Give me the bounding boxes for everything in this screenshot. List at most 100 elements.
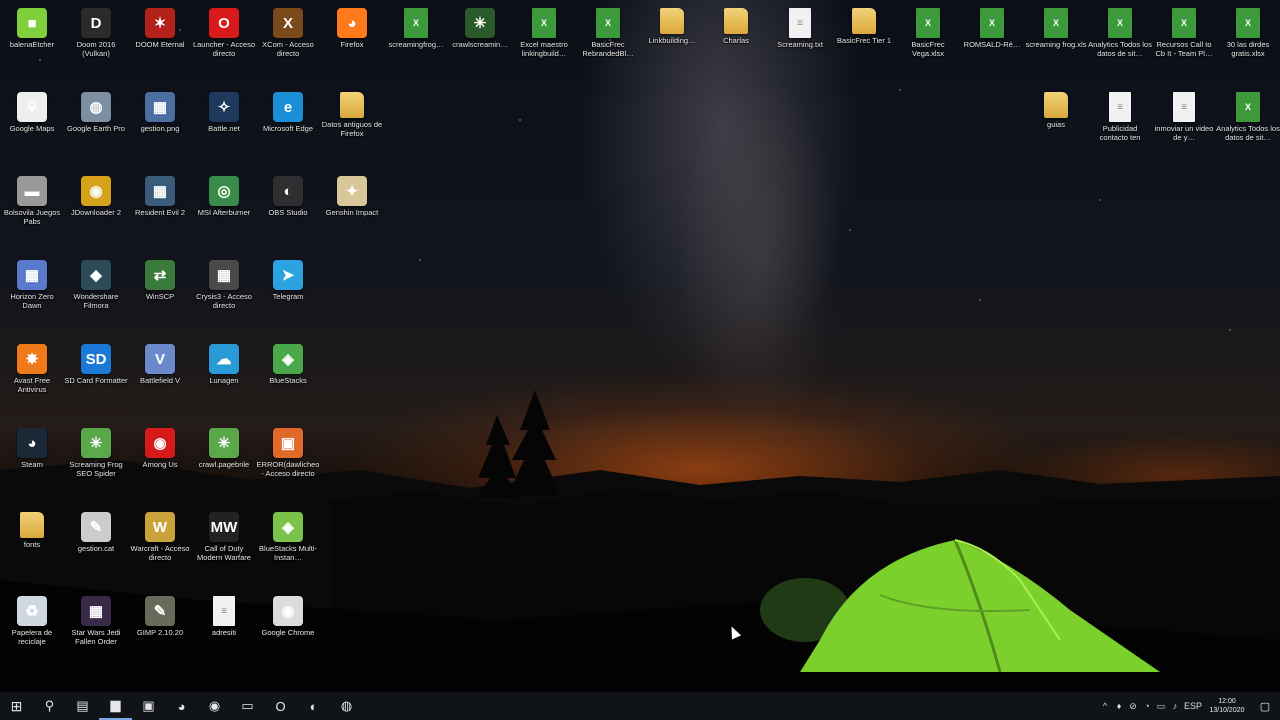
desktop-icon[interactable]: ≡ Publicidad contacto ten (1088, 88, 1152, 168)
desktop-icon[interactable]: Linkbuilding… (640, 4, 704, 84)
desktop-icon[interactable]: ✳ crawlscreamin… (448, 4, 512, 84)
desktop-icon[interactable]: Charlas (704, 4, 768, 84)
desktop-icon[interactable]: Xscreaming frog.xls (1024, 4, 1088, 84)
desktop-icon[interactable]: guias (1024, 88, 1088, 168)
monitor-icon[interactable]: ▭ (231, 692, 264, 720)
desktop-icon[interactable]: D Doom 2016 (Vulkan) (64, 4, 128, 84)
desktop-icon[interactable]: ♻ Papelera de reciclaje (0, 592, 64, 672)
desktop-icon[interactable]: ◈ BlueStacks Multi-Instan… (256, 508, 320, 588)
tray-icon[interactable]: ▭ (1154, 701, 1168, 712)
tray-icon[interactable]: ^ (1098, 701, 1112, 711)
desktop-icon[interactable]: X XCom - Acceso directo (256, 4, 320, 84)
desktop-icon[interactable]: X Recursos Call to Cb It - Team Pl… (1152, 4, 1216, 84)
desktop-icon[interactable]: ◐ OBS Studio (256, 172, 320, 252)
desktop-icon[interactable]: ▣ ERROR(dawlicheo - Acceso directo (256, 424, 320, 504)
obs-icon[interactable]: ◐ (297, 692, 330, 720)
file-explorer-icon[interactable]: ▆ (99, 692, 132, 720)
desktop-icon[interactable]: fonts (0, 508, 64, 588)
desktop-icon-label: Genshin Impact (325, 208, 379, 217)
desktop-icon[interactable]: ☁ Lunagen (192, 340, 256, 420)
tray-icon[interactable]: ESP (1182, 701, 1204, 711)
app-icon: ◈ (273, 344, 303, 374)
doc-icon: ≡ (1173, 92, 1195, 122)
desktop-icon[interactable]: ➤ Telegram (256, 256, 320, 336)
app-icon: SD (81, 344, 111, 374)
desktop-icon[interactable]: ≡ Screaming.txt (768, 4, 832, 84)
tray-icon[interactable]: ◔ (1140, 701, 1154, 711)
search-icon[interactable]: ⚲ (33, 692, 66, 720)
tray-icon[interactable]: ⊘ (1126, 701, 1140, 712)
app-icon: ✳ (209, 428, 239, 458)
desktop-icon-label: Charlas (723, 36, 749, 45)
desktop-icon-label: ERROR(dawlicheo - Acceso directo (256, 460, 320, 478)
desktop-icon-label: Recursos Call to Cb It - Team Pl… (1155, 40, 1213, 58)
desktop-icon[interactable]: SD SD Card Formatter (64, 340, 128, 420)
desktop-icon[interactable]: ✎ gestion.cat (64, 508, 128, 588)
desktop-icon[interactable]: ■ balenaEtcher (0, 4, 64, 84)
desktop-icon[interactable]: ✳ crawl.pagebrile (192, 424, 256, 504)
desktop-icon[interactable]: X Analytics Todos los datos de sit… (1088, 4, 1152, 84)
opera-icon[interactable]: O (264, 692, 297, 720)
desktop-icon[interactable]: X 30 las dirdes gratis.xlsx (1216, 4, 1280, 84)
app-icon: ▦ (209, 260, 239, 290)
desktop-icon[interactable]: MW Call of Duty Modern Warfare (192, 508, 256, 588)
desktop-icon[interactable]: X BasicFrec Vega.xlsx (896, 4, 960, 84)
desktop-icon[interactable]: ▦ Star Wars Jedi Fallen Order (64, 592, 128, 672)
desktop-icon[interactable]: X BasicFrec RebrandedBl… (576, 4, 640, 84)
desktop-icon[interactable]: Xscreamingfrog… (384, 4, 448, 84)
desktop-icon[interactable]: O Launcher - Acceso directo (192, 4, 256, 84)
tray-icon[interactable]: ♦ (1112, 701, 1126, 711)
desktop-icon[interactable]: ✦ Genshin Impact (320, 172, 384, 252)
desktop-icon[interactable]: Datos antiguos de Firefox (320, 88, 384, 168)
desktop-icon[interactable]: ◉ Among Us (128, 424, 192, 504)
notification-center-icon[interactable]: ▢ (1250, 700, 1280, 713)
desktop-icon[interactable]: ≡ adresiti (192, 592, 256, 672)
desktop-icon[interactable]: ≡ inmoviar un video de y… (1152, 88, 1216, 168)
desktop-icon[interactable]: BasicFrec Tier 1 (832, 4, 896, 84)
desktop-icon[interactable]: ◉ Google Chrome (256, 592, 320, 672)
desktop-icon[interactable]: ⚲ Google Maps (0, 88, 64, 168)
app-icon: ⇄ (145, 260, 175, 290)
steam-icon[interactable]: ◕ (165, 692, 198, 720)
desktop-icon[interactable]: ◉ JDownloader 2 (64, 172, 128, 252)
desktop-icon[interactable]: ✧ Battle.net (192, 88, 256, 168)
desktop-icon[interactable]: ◍ Google Earth Pro (64, 88, 128, 168)
desktop-icon[interactable]: ▦ Crysis3 - Acceso directo (192, 256, 256, 336)
desktop-icon[interactable]: ◈ BlueStacks (256, 340, 320, 420)
desktop-icon[interactable]: ▦ Horizon Zero Dawn (0, 256, 64, 336)
desktop-icon[interactable]: ◎ MSI Afterburner (192, 172, 256, 252)
desktop-icon[interactable]: ✸ Avast Free Antivirus (0, 340, 64, 420)
start-button[interactable]: ⊞ (0, 692, 33, 720)
desktop-icon[interactable]: ▦ gestion.png (128, 88, 192, 168)
desktop-icon[interactable]: ◆ Wondershare Filmora (64, 256, 128, 336)
desktop-icon[interactable]: ⇄ WinSCP (128, 256, 192, 336)
desktop-icon[interactable]: X ROMSALD-Ré… (960, 4, 1024, 84)
desktop-icon[interactable]: W Warcraft - Acceso directo (128, 508, 192, 588)
balena-icon[interactable]: ◍ (330, 692, 363, 720)
desktop-icon-label: Analytics Todos los datos de sit… (1216, 124, 1280, 142)
desktop-icon[interactable]: ▬ Bolsovila Juegos Pabs (0, 172, 64, 252)
desktop-icon[interactable]: ◕ Firefox (320, 4, 384, 84)
desktop-icon-label: crawl.pagebrile (198, 460, 250, 469)
desktop-icon[interactable]: X Excel maestro linkingbuild… (512, 4, 576, 84)
desktop-icon-label: Bolsovila Juegos Pabs (3, 208, 61, 226)
desktop-icon[interactable]: e Microsoft Edge (256, 88, 320, 168)
sheet-icon: X (1172, 8, 1196, 38)
desktop-icon[interactable]: ✳ Screaming Frog SEO Spider (64, 424, 128, 504)
desktop-icon[interactable]: V Battlefield V (128, 340, 192, 420)
clock-date: 13/10/2020 (1209, 707, 1245, 714)
task-view-icon[interactable]: ▤ (66, 692, 99, 720)
desktop-icon[interactable]: ✶ DOOM Eternal (128, 4, 192, 84)
desktop-icon-label: Crysis3 - Acceso directo (196, 292, 252, 310)
tray-icon[interactable]: ♪ (1168, 701, 1182, 711)
sheet-icon: X (1044, 8, 1068, 38)
clock[interactable]: 12:00 13/10/2020 (1204, 697, 1250, 715)
store-icon[interactable]: ▣ (132, 692, 165, 720)
chrome-icon[interactable]: ◉ (198, 692, 231, 720)
desktop-icon[interactable]: ◕ Steam (0, 424, 64, 504)
desktop-icon-label: screaming frog.xls (1025, 40, 1087, 49)
app-icon: ▬ (17, 176, 47, 206)
desktop-icon[interactable]: ✎ GIMP 2.10.20 (128, 592, 192, 672)
desktop-icon[interactable]: ▦ Resident Evil 2 (128, 172, 192, 252)
desktop-icon[interactable]: X Analytics Todos los datos de sit… (1216, 88, 1280, 168)
